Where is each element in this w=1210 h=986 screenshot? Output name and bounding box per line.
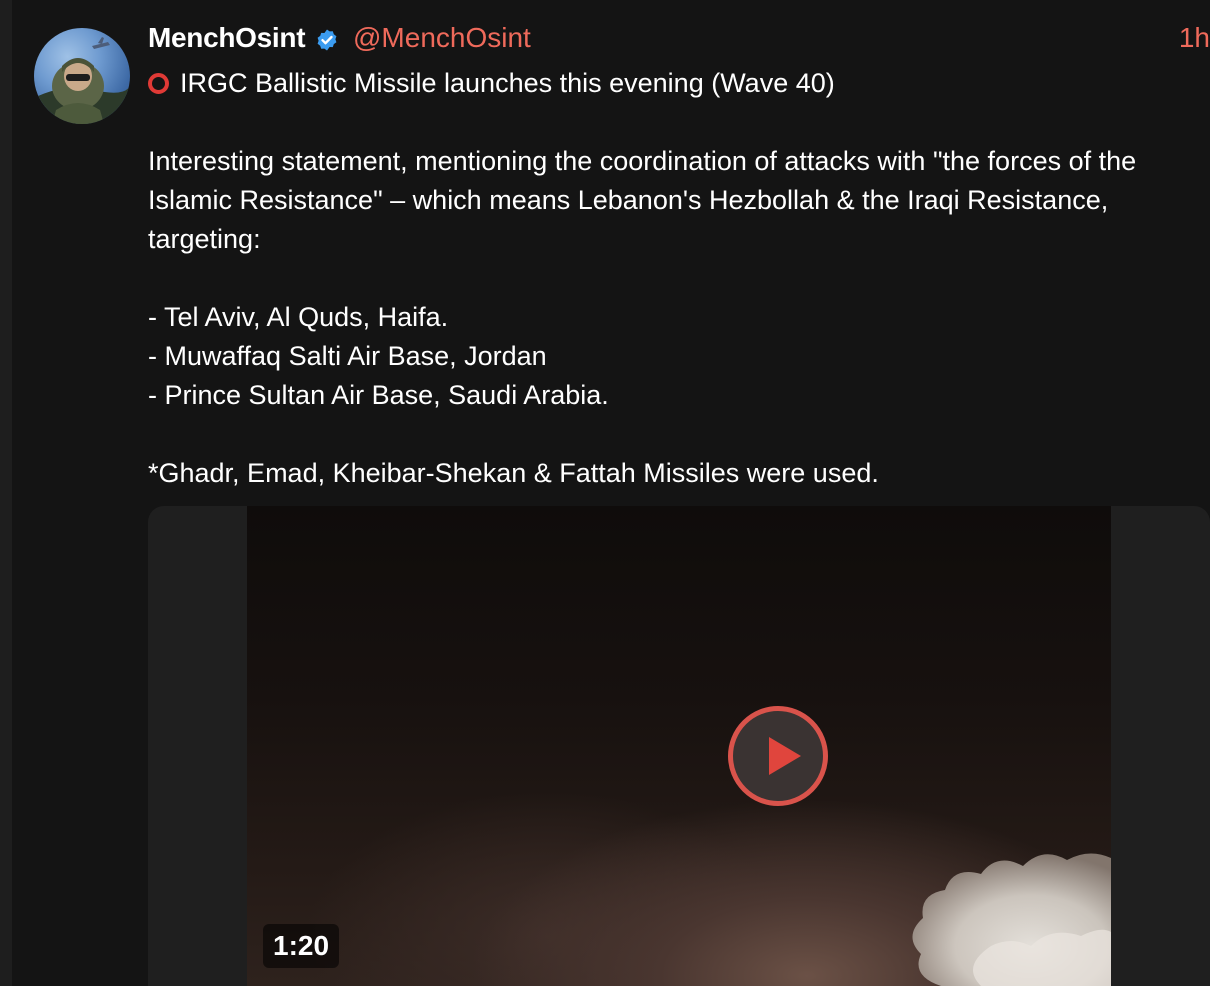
play-icon (769, 737, 801, 775)
post-headline: IRGC Ballistic Missile launches this eve… (180, 68, 835, 98)
post-timestamp[interactable]: 1h (1179, 22, 1210, 54)
smoke-plume (912, 853, 1111, 986)
author-display-name[interactable]: MenchOsint (148, 22, 306, 54)
post-footnote: *Ghadr, Emad, Kheibar-Shekan & Fattah Mi… (148, 458, 879, 488)
post-header: MenchOsint @MenchOsint 1h (148, 20, 1210, 60)
play-button[interactable] (728, 706, 828, 806)
verified-badge-icon (317, 29, 337, 51)
post-body: IRGC Ballistic Missile launches this eve… (148, 64, 1208, 493)
left-rail (0, 0, 12, 986)
post[interactable]: MenchOsint @MenchOsint 1h IRGC Ballistic… (12, 0, 1210, 986)
post-paragraph: Interesting statement, mentioning the co… (148, 146, 1137, 254)
video-player[interactable]: 1:20 (148, 506, 1210, 986)
avatar-image (34, 37, 130, 124)
red-circle-icon (148, 73, 169, 94)
target-item: - Prince Sultan Air Base, Saudi Arabia. (148, 380, 609, 410)
author-handle[interactable]: @MenchOsint (353, 22, 531, 54)
video-duration: 1:20 (263, 924, 340, 968)
post-headline-line: IRGC Ballistic Missile launches this eve… (148, 64, 1208, 103)
target-item: - Muwaffaq Salti Air Base, Jordan (148, 341, 547, 371)
video-thumbnail[interactable] (247, 506, 1111, 986)
avatar[interactable] (34, 28, 130, 124)
target-item: - Tel Aviv, Al Quds, Haifa. (148, 302, 449, 332)
